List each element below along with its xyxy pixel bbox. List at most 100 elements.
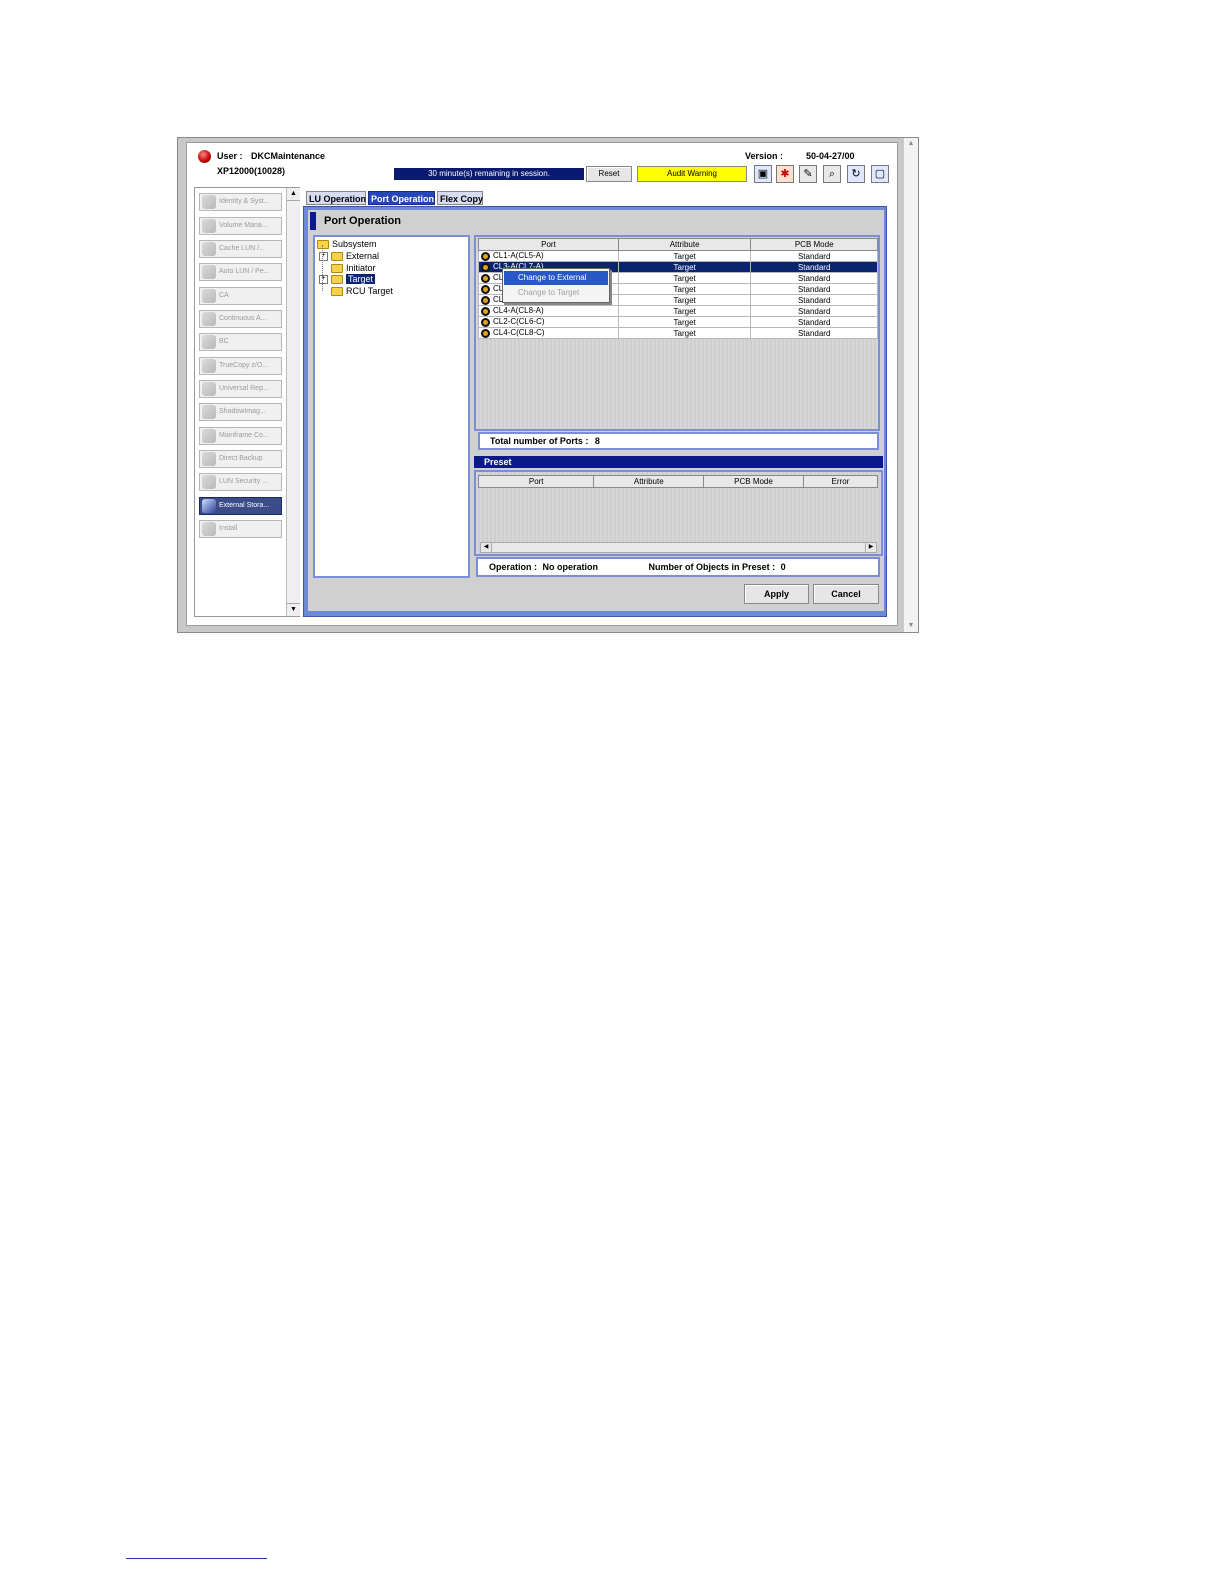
port-cell: CL2-C(CL6-C) <box>478 316 619 328</box>
sidebar-scrollbar[interactable]: ▲ ▼ <box>286 188 300 616</box>
pcb-mode-cell: Standard <box>750 261 878 273</box>
page-title: Port Operation <box>324 215 402 227</box>
table-row[interactable]: CL2-C(CL6-C) Target Standard <box>478 316 878 328</box>
sidebar-item-label: ShadowImag... <box>219 408 266 415</box>
tree-guide-line <box>322 245 324 291</box>
function-icon <box>202 242 216 256</box>
sidebar-item[interactable]: Mainframe Co... <box>199 427 282 445</box>
sidebar-item[interactable]: LUN Security ... <box>199 473 282 491</box>
function-icon <box>202 359 216 373</box>
window-vertical-scrollbar[interactable]: ▲ ▼ <box>903 138 918 632</box>
tree-node-rcu-target[interactable]: RCU Target <box>331 286 393 297</box>
port-cell: CL1-A(CL5-A) <box>478 250 619 262</box>
system-name: XP12000(10028) <box>217 166 286 176</box>
sidebar-item-label: Direct Backup <box>219 455 263 462</box>
preset-count-label: Number of Objects in Preset : <box>648 562 776 572</box>
total-ports-value: 8 <box>594 436 600 446</box>
scroll-up-icon[interactable]: ▲ <box>287 188 300 201</box>
attribute-cell: Target <box>617 272 752 284</box>
tree-node-external[interactable]: External <box>331 251 379 262</box>
port-cell: CL4-A(CL8-A) <box>478 305 619 317</box>
sidebar-item[interactable]: Cache LUN /... <box>199 240 282 258</box>
sidebar-item-label: CA <box>219 292 229 299</box>
function-icon <box>202 219 216 233</box>
port-icon <box>481 262 490 272</box>
sidebar-item-label: Identity & Syst... <box>219 198 270 205</box>
operation-label: Operation : <box>489 562 538 572</box>
function-icon <box>202 522 216 536</box>
column-header-pcb-mode[interactable]: PCB Mode <box>750 238 878 251</box>
sidebar-item-label: External Stora... <box>219 502 270 509</box>
context-menu: Change to External Change to Target <box>502 268 610 303</box>
window-icon[interactable]: ▢ <box>871 165 889 183</box>
scroll-down-icon[interactable]: ▼ <box>904 620 918 632</box>
port-name: CL4-C(CL8-C) <box>493 328 545 338</box>
preset-title: Preset <box>474 456 883 468</box>
sidebar-item[interactable]: TrueCopy z/O... <box>199 357 282 375</box>
tab-lu-operation[interactable]: LU Operation <box>306 191 366 205</box>
scroll-left-icon[interactable]: ◀ <box>481 543 492 552</box>
alert-icon[interactable]: ✱ <box>776 165 794 183</box>
sidebar-item[interactable]: Install <box>199 520 282 538</box>
folder-icon <box>331 252 343 262</box>
audit-warning-button[interactable]: Audit Warning <box>637 166 747 182</box>
tab-port-operation[interactable]: Port Operation <box>368 191 435 205</box>
column-header-attribute[interactable]: Attribute <box>593 475 705 488</box>
footnote-rule <box>126 1558 267 1559</box>
folder-icon <box>331 264 343 274</box>
column-header-attribute[interactable]: Attribute <box>617 238 752 251</box>
attribute-cell: Target <box>617 327 752 339</box>
function-icon <box>202 382 216 396</box>
tab-flex-copy[interactable]: Flex Copy <box>437 191 483 205</box>
scroll-up-icon[interactable]: ▲ <box>904 138 918 150</box>
sidebar-item[interactable]: Universal Rep... <box>199 380 282 398</box>
port-icon <box>481 295 490 305</box>
sidebar-item[interactable]: Volume Mana... <box>199 217 282 235</box>
total-ports-bar: Total number of Ports : 8 <box>478 432 879 450</box>
column-header-error[interactable]: Error <box>802 475 879 488</box>
tree-node-subsystem[interactable]: Subsystem <box>317 239 377 250</box>
sidebar-item[interactable]: CA <box>199 287 282 305</box>
table-row[interactable]: CL4-A(CL8-A) Target Standard <box>478 305 878 317</box>
attribute-cell: Target <box>617 261 752 273</box>
sidebar-item[interactable]: Continuous A... <box>199 310 282 328</box>
help-icon[interactable]: ▣ <box>754 165 772 183</box>
apply-button[interactable]: Apply <box>744 584 809 604</box>
sidebar-item-label: Auto LUN / Pe... <box>219 268 270 275</box>
sidebar-item[interactable]: Direct Backup <box>199 450 282 468</box>
menu-item-change-to-target[interactable]: Change to Target <box>504 286 608 300</box>
column-header-port[interactable]: Port <box>478 238 619 251</box>
menu-item-change-to-external[interactable]: Change to External <box>504 271 608 285</box>
scroll-down-icon[interactable]: ▼ <box>287 603 300 616</box>
column-header-pcb-mode[interactable]: PCB Mode <box>703 475 804 488</box>
pcb-mode-cell: Standard <box>750 272 878 284</box>
scroll-right-icon[interactable]: ▶ <box>865 543 876 552</box>
sidebar-item[interactable]: ShadowImag... <box>199 403 282 421</box>
function-icon <box>202 475 216 489</box>
port-name: CL4-A(CL8-A) <box>493 306 544 316</box>
version-label: Version : <box>745 151 784 161</box>
cancel-button[interactable]: Cancel <box>813 584 879 604</box>
search-icon[interactable]: ⌕ <box>823 165 841 183</box>
reset-button[interactable]: Reset <box>586 166 632 182</box>
sidebar-item[interactable]: External Stora... <box>199 497 282 515</box>
table-row[interactable]: CL4-C(CL8-C) Target Standard <box>478 327 878 339</box>
sidebar-item[interactable]: Auto LUN / Pe... <box>199 263 282 281</box>
pen-icon[interactable]: ✎ <box>799 165 817 183</box>
function-icon <box>202 312 216 326</box>
port-icon <box>481 273 490 283</box>
preset-horizontal-scrollbar[interactable]: ◀ ▶ <box>480 542 877 553</box>
tree-node-initiator[interactable]: Initiator <box>331 263 376 274</box>
user-name: DKCMaintenance <box>251 151 326 161</box>
sidebar-item[interactable]: BC <box>199 333 282 351</box>
attribute-cell: Target <box>617 250 752 262</box>
port-name: CL2-C(CL6-C) <box>493 317 545 327</box>
folder-icon <box>331 275 343 285</box>
sidebar-item[interactable]: Identity & Syst... <box>199 193 282 211</box>
function-icon <box>202 405 216 419</box>
column-header-port[interactable]: Port <box>477 475 595 488</box>
refresh-icon[interactable]: ↻ <box>847 165 865 183</box>
tree-node-target[interactable]: Target <box>331 274 376 285</box>
attribute-cell: Target <box>617 305 752 317</box>
table-row[interactable]: CL1-A(CL5-A) Target Standard <box>478 250 878 262</box>
